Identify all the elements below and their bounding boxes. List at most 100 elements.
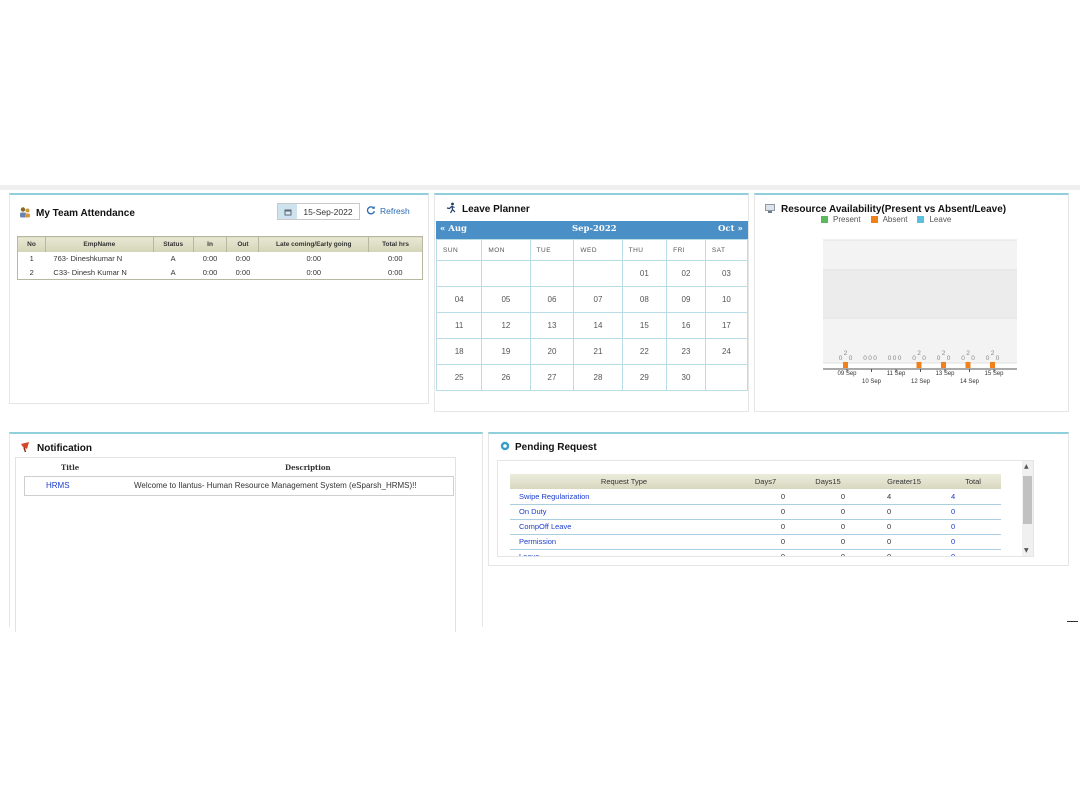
calendar-day[interactable]: 04 xyxy=(435,286,483,313)
calendar-day[interactable]: 03 xyxy=(704,260,749,287)
cell-total-link[interactable]: 4 xyxy=(945,489,1001,505)
calendar-day[interactable]: 12 xyxy=(481,312,531,339)
request-type-link[interactable]: On Duty xyxy=(510,504,738,520)
request-type-link[interactable]: Swipe Regularization xyxy=(510,489,738,505)
data-label: 0 xyxy=(898,355,902,362)
scroll-down-icon[interactable]: ▼ xyxy=(1024,547,1029,554)
vertical-scrollbar[interactable]: ▲ ▼ xyxy=(1022,461,1033,556)
pending-scroll-area[interactable]: Request Type Days7 Days15 Greater15 Tota… xyxy=(497,460,1034,557)
cell-out: 0:00 xyxy=(235,267,251,277)
notif-col-description: Description xyxy=(285,463,331,472)
next-month-link[interactable]: Oct » xyxy=(718,224,743,234)
calendar-day[interactable]: 02 xyxy=(666,260,706,287)
weekday-header: SUN xyxy=(435,239,483,261)
calendar-day[interactable]: 20 xyxy=(529,338,575,365)
leave-planner-title: Leave Planner xyxy=(462,204,530,215)
calendar-day[interactable]: 30 xyxy=(666,364,706,391)
absent-swatch xyxy=(870,216,878,223)
scroll-thumb[interactable] xyxy=(1023,476,1032,524)
request-type-link[interactable]: Leave xyxy=(510,549,738,556)
prev-month-link[interactable]: « Aug xyxy=(440,224,467,234)
cell-greater15: 0 xyxy=(863,534,945,550)
legend-present: Present xyxy=(821,215,861,224)
cell-total-link[interactable]: 0 xyxy=(945,549,1001,556)
calendar-day[interactable]: 09 xyxy=(666,286,706,313)
calendar-day[interactable]: 16 xyxy=(666,312,706,339)
calendar-day[interactable]: 22 xyxy=(621,338,668,365)
bar-absent xyxy=(965,362,971,368)
col-out: Out xyxy=(226,236,260,252)
date-input[interactable]: 15-Sep-2022 xyxy=(297,204,359,219)
chart-icon xyxy=(764,202,776,217)
calendar-week: 01 02 03 xyxy=(435,260,749,287)
request-type-link[interactable]: Permission xyxy=(510,534,738,550)
data-label: 0 xyxy=(863,355,867,362)
notification-title: Notification xyxy=(37,443,92,454)
cell-in: 0:00 xyxy=(202,267,218,277)
calendar-day[interactable]: 13 xyxy=(529,312,575,339)
calendar-day[interactable]: 05 xyxy=(481,286,531,313)
cell-days7: 0 xyxy=(738,504,793,520)
table-row: Leave 0 0 0 0 xyxy=(510,549,1001,556)
request-type-link[interactable]: CompOff Leave xyxy=(510,519,738,535)
calendar-week: 25 26 27 28 29 30 xyxy=(435,364,749,391)
calendar-day[interactable]: 29 xyxy=(621,364,668,391)
calendar-day[interactable]: 24 xyxy=(704,338,749,365)
resource-availability-panel: Resource Availability(Present vs Absent/… xyxy=(754,193,1069,412)
refresh-button[interactable]: Refresh xyxy=(366,205,410,217)
calendar-day[interactable]: 17 xyxy=(704,312,749,339)
calendar-day[interactable]: 15 xyxy=(621,312,668,339)
calendar-day xyxy=(573,260,623,287)
refresh-label: Refresh xyxy=(380,206,410,216)
leave-swatch xyxy=(917,216,925,223)
cell-name: 763- Dineshkumar N xyxy=(53,254,123,263)
calendar-day[interactable]: 08 xyxy=(621,286,668,313)
cell-total-link[interactable]: 0 xyxy=(945,504,1001,520)
calendar-day[interactable]: 18 xyxy=(435,338,483,365)
calendar-day[interactable]: 19 xyxy=(481,338,531,365)
scroll-up-icon[interactable]: ▲ xyxy=(1024,463,1029,470)
calendar-day[interactable]: 01 xyxy=(621,260,668,287)
header-divider xyxy=(0,185,1080,190)
cell-greater15: 0 xyxy=(863,549,945,556)
col-request-type: Request Type xyxy=(510,474,738,489)
x-tick-label: 11 Sep xyxy=(887,371,906,377)
refresh-icon xyxy=(366,205,376,217)
cell-status: A xyxy=(170,267,176,277)
notification-header: Notification xyxy=(20,441,92,456)
calendar-grid: SUN MON TUE WED THU FRI SAT 01 02 03 04 05 06 07 08 09… xyxy=(435,239,749,391)
calendar-day[interactable]: 27 xyxy=(529,364,575,391)
calendar-day[interactable]: 25 xyxy=(435,364,483,391)
calendar-day[interactable]: 06 xyxy=(529,286,575,313)
x-tick-label: 12 Sep xyxy=(911,379,931,385)
calendar-day[interactable]: 14 xyxy=(573,312,623,339)
calendar-week: 04 05 06 07 08 09 10 xyxy=(435,286,749,313)
date-picker[interactable]: 15-Sep-2022 xyxy=(277,203,360,220)
calendar-day[interactable]: 07 xyxy=(573,286,623,313)
table-row: Swipe Regularization 0 0 4 4 xyxy=(510,489,1001,505)
data-label: 0 xyxy=(922,355,926,362)
col-total: Total xyxy=(945,474,1001,489)
notification-item[interactable]: HRMS Welcome to Ilantus- Human Resource … xyxy=(24,476,454,496)
cell-status: A xyxy=(170,254,176,263)
calendar-day[interactable]: 11 xyxy=(435,312,483,339)
data-label: 0 xyxy=(971,355,975,362)
cell-total-link[interactable]: 0 xyxy=(945,519,1001,535)
x-tick-label: 09 Sep xyxy=(837,371,857,377)
chart-legend: Present Absent Leave xyxy=(821,215,951,224)
calendar-day[interactable]: 28 xyxy=(573,364,623,391)
table-row: On Duty 0 0 0 0 xyxy=(510,504,1001,520)
cell-late: 0:00 xyxy=(306,267,322,277)
calendar-day[interactable]: 23 xyxy=(666,338,706,365)
calendar-day[interactable]: 21 xyxy=(573,338,623,365)
data-label: 2 xyxy=(917,350,921,357)
cell-name: C33- Dinesh Kumar N xyxy=(53,267,127,277)
calendar-day[interactable]: 26 xyxy=(481,364,531,391)
cell-greater15: 0 xyxy=(863,504,945,520)
calendar-day[interactable]: 10 xyxy=(704,286,749,313)
col-empname: EmpName xyxy=(45,236,154,252)
notification-title-link[interactable]: HRMS xyxy=(46,481,70,490)
calendar-icon[interactable] xyxy=(278,204,297,219)
cell-total-link[interactable]: 0 xyxy=(945,534,1001,550)
data-label: 0 xyxy=(961,355,965,362)
